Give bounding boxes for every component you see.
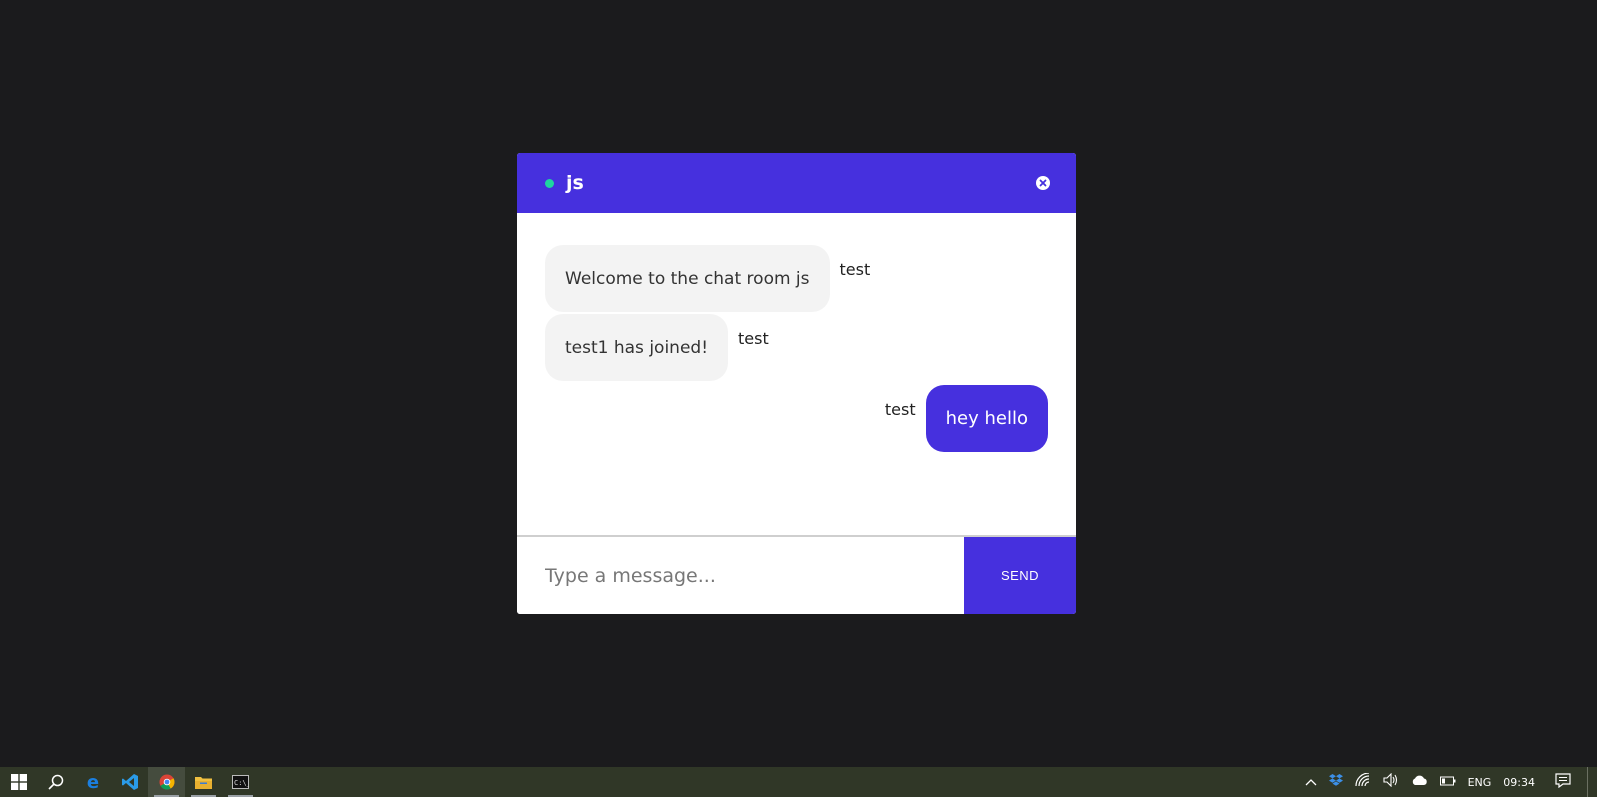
- system-tray: ENG 09:34: [1299, 767, 1597, 797]
- taskbar-edge[interactable]: e: [74, 767, 111, 797]
- chat-header: js: [517, 153, 1076, 213]
- show-desktop-button[interactable]: [1587, 767, 1591, 797]
- dropbox-icon[interactable]: [1328, 773, 1343, 791]
- language-indicator[interactable]: ENG: [1468, 776, 1492, 789]
- message-sender: test: [884, 400, 916, 419]
- vscode-icon: [121, 774, 138, 790]
- onedrive-icon[interactable]: [1411, 775, 1428, 790]
- taskbar: e C:\_: [0, 767, 1597, 797]
- message-bubble: Welcome to the chat room js: [545, 245, 830, 312]
- close-icon: [1039, 179, 1047, 187]
- message-row: Welcome to the chat room js test: [545, 245, 870, 312]
- close-button[interactable]: [1036, 176, 1050, 190]
- battery-icon[interactable]: [1439, 775, 1456, 790]
- taskbar-file-explorer[interactable]: [185, 767, 222, 797]
- volume-icon[interactable]: [1383, 772, 1399, 791]
- send-button[interactable]: SEND: [964, 537, 1076, 614]
- message-row: test1 has joined! test: [545, 314, 769, 381]
- clock[interactable]: 09:34: [1503, 776, 1535, 789]
- message-sender: test: [738, 329, 769, 348]
- taskbar-vscode[interactable]: [111, 767, 148, 797]
- message-bubble-own: hey hello: [925, 385, 1048, 452]
- notification-icon[interactable]: [1555, 772, 1571, 792]
- message-row-own: test hey hello: [885, 385, 1048, 452]
- message-list: Welcome to the chat room js test test1 h…: [517, 213, 1076, 536]
- file-explorer-icon: [195, 776, 212, 789]
- terminal-icon: C:\_: [232, 775, 249, 789]
- chat-window: js Welcome to the chat room js test test…: [517, 153, 1076, 614]
- room-title: js: [566, 172, 584, 194]
- online-status-dot: [545, 178, 554, 188]
- search-icon: [47, 774, 63, 790]
- svg-text:C:\_: C:\_: [234, 779, 249, 787]
- message-sender: test: [839, 260, 871, 279]
- message-bubble: test1 has joined!: [545, 314, 729, 381]
- wifi-icon[interactable]: [1354, 772, 1371, 791]
- start-button[interactable]: [0, 767, 37, 797]
- svg-text:e: e: [86, 773, 98, 791]
- windows-start-icon: [10, 774, 27, 790]
- taskbar-terminal[interactable]: C:\_: [222, 767, 259, 797]
- chrome-icon: [159, 774, 174, 790]
- chevron-up-icon[interactable]: [1305, 775, 1317, 790]
- edge-icon: e: [86, 773, 98, 791]
- chat-footer: SEND: [517, 535, 1076, 614]
- message-input[interactable]: [517, 537, 964, 614]
- taskbar-search-button[interactable]: [37, 767, 74, 797]
- taskbar-chrome[interactable]: [148, 767, 185, 797]
